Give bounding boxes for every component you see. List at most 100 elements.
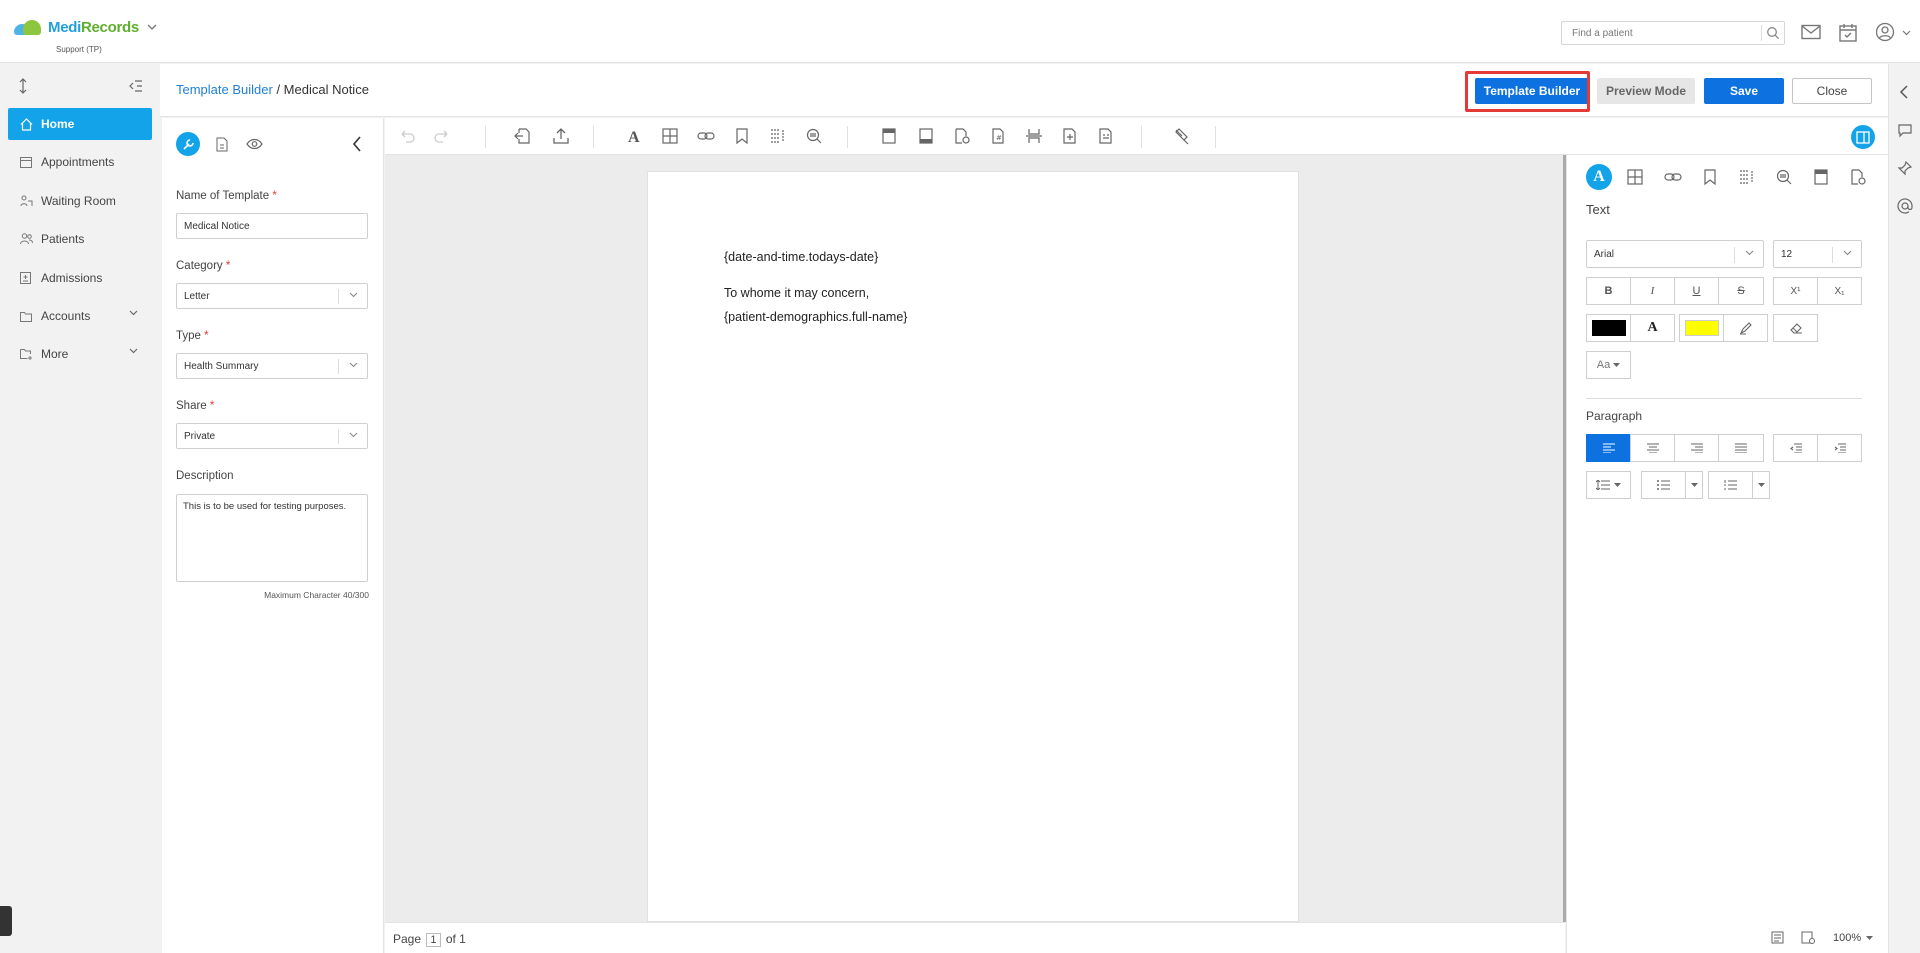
highlight-swatch-button[interactable] xyxy=(1679,314,1724,342)
document-line[interactable]: To whome it may concern, xyxy=(724,286,869,300)
font-family-select[interactable]: Arial xyxy=(1586,240,1764,268)
sidebar-item-patients[interactable]: Patients xyxy=(8,223,152,255)
search-input[interactable] xyxy=(1562,22,1752,44)
sidebar-item-accounts[interactable]: Accounts xyxy=(8,300,152,332)
save-button[interactable]: Save xyxy=(1704,78,1784,104)
sidebar-item-waiting-room[interactable]: Waiting Room xyxy=(8,185,152,217)
breadcrumb-link-template-builder[interactable]: Template Builder xyxy=(176,82,273,97)
table-icon[interactable] xyxy=(1626,168,1644,186)
justify-button[interactable] xyxy=(1718,434,1764,462)
page-settings-icon[interactable] xyxy=(1849,168,1867,186)
eye-icon[interactable] xyxy=(246,138,263,150)
page-settings-icon[interactable] xyxy=(953,127,971,145)
align-left-button[interactable] xyxy=(1586,434,1631,462)
user-account-icon[interactable] xyxy=(1875,20,1899,44)
web-layout-icon[interactable] xyxy=(1801,931,1815,944)
sidebar-item-label: Home xyxy=(41,117,75,131)
numbered-list-dropdown[interactable] xyxy=(1752,471,1770,499)
toggle-properties-panel-button[interactable] xyxy=(1851,125,1875,149)
font-color-button[interactable]: A xyxy=(1630,314,1675,342)
properties-tab[interactable] xyxy=(176,132,200,156)
undo-icon[interactable] xyxy=(398,127,416,145)
line-spacing-button[interactable] xyxy=(1586,471,1631,499)
floating-side-tab[interactable] xyxy=(0,906,12,936)
document-page[interactable]: {date-and-time.todays-date} To whome it … xyxy=(647,171,1299,922)
header-icon[interactable] xyxy=(880,127,898,145)
upload-icon[interactable] xyxy=(552,127,570,145)
category-select[interactable]: Letter xyxy=(176,283,368,309)
share-label: Share * xyxy=(176,400,215,412)
decrease-indent-button[interactable] xyxy=(1773,434,1818,462)
strikethrough-button[interactable]: S xyxy=(1718,277,1764,305)
document-line[interactable]: {patient-demographics.full-name} xyxy=(724,310,907,324)
bookmark-icon[interactable] xyxy=(733,127,751,145)
chevron-left-icon[interactable] xyxy=(352,136,362,152)
increase-indent-button[interactable] xyxy=(1817,434,1862,462)
italic-button[interactable]: I xyxy=(1630,277,1675,305)
clear-format-button[interactable] xyxy=(1773,314,1818,342)
header-icon[interactable] xyxy=(1812,168,1830,186)
document-icon[interactable] xyxy=(216,137,228,152)
bullet-list-icon xyxy=(1657,480,1670,490)
sidebar-item-more[interactable]: More xyxy=(8,338,152,370)
preview-mode-button[interactable]: Preview Mode xyxy=(1597,78,1695,104)
chevron-down-icon[interactable] xyxy=(147,23,157,31)
bookmark-icon[interactable] xyxy=(1701,168,1719,186)
mail-icon[interactable] xyxy=(1799,20,1823,44)
zoom-select[interactable]: 100% xyxy=(1833,932,1874,944)
category-value: Letter xyxy=(184,290,210,302)
font-size-select[interactable]: 12 xyxy=(1773,240,1862,268)
find-replace-icon[interactable] xyxy=(805,127,823,145)
share-select[interactable]: Private xyxy=(176,423,368,449)
list-indent-icon[interactable] xyxy=(1738,168,1756,186)
sidebar-item-admissions[interactable]: Admissions xyxy=(8,262,152,294)
align-right-button[interactable] xyxy=(1674,434,1719,462)
change-case-button[interactable]: Aa xyxy=(1586,351,1631,379)
sidebar-item-home[interactable]: Home xyxy=(8,108,152,140)
sidebar-item-appointments[interactable]: Appointments xyxy=(8,146,152,178)
merge-field-icon[interactable] xyxy=(1097,127,1115,145)
page-break-icon[interactable] xyxy=(1025,127,1043,145)
app-logo[interactable]: MediRecords xyxy=(14,18,157,36)
footer-icon[interactable] xyxy=(917,127,935,145)
highlighter-button[interactable] xyxy=(1723,314,1768,342)
print-layout-icon[interactable] xyxy=(1771,931,1784,944)
text-properties-tab[interactable]: A xyxy=(1586,164,1612,190)
description-textarea[interactable]: This is to be used for testing purposes. xyxy=(176,494,368,582)
import-document-icon[interactable] xyxy=(513,127,531,145)
search-icon[interactable] xyxy=(1766,26,1780,40)
text-format-icon[interactable]: A xyxy=(625,127,643,145)
link-icon[interactable] xyxy=(1664,168,1682,186)
link-icon[interactable] xyxy=(697,127,715,145)
mention-icon[interactable] xyxy=(1897,198,1913,214)
template-name-field[interactable]: Medical Notice xyxy=(176,213,368,239)
table-icon[interactable] xyxy=(661,127,679,145)
chevron-down-icon[interactable] xyxy=(1902,30,1911,36)
underline-button[interactable]: U xyxy=(1674,277,1719,305)
close-button[interactable]: Close xyxy=(1792,78,1872,104)
type-select[interactable]: Health Summary xyxy=(176,353,368,379)
collapse-sidebar-icon[interactable] xyxy=(129,80,143,92)
numbered-list-button[interactable] xyxy=(1708,471,1753,499)
align-center-button[interactable] xyxy=(1630,434,1675,462)
page-number-icon[interactable]: # xyxy=(989,127,1007,145)
bullet-list-dropdown[interactable] xyxy=(1685,471,1703,499)
bullet-list-button[interactable] xyxy=(1641,471,1686,499)
find-replace-icon[interactable] xyxy=(1775,168,1793,186)
chevron-left-icon[interactable] xyxy=(1897,84,1913,100)
list-indent-icon[interactable] xyxy=(769,127,787,145)
document-line[interactable]: {date-and-time.todays-date} xyxy=(724,250,878,264)
subscript-button[interactable]: X₁ xyxy=(1817,277,1862,305)
bold-button[interactable]: B xyxy=(1586,277,1631,305)
font-color-swatch-button[interactable] xyxy=(1586,314,1631,342)
page-number-input[interactable]: 1 xyxy=(426,933,441,947)
pin-icon[interactable] xyxy=(1897,160,1913,176)
format-painter-icon[interactable] xyxy=(1173,127,1191,145)
calendar-check-icon[interactable] xyxy=(1836,20,1860,44)
redo-icon[interactable] xyxy=(433,127,451,145)
expand-vertical-icon[interactable] xyxy=(17,78,29,94)
superscript-button[interactable]: X¹ xyxy=(1773,277,1818,305)
patient-search[interactable] xyxy=(1561,21,1785,45)
comment-icon[interactable] xyxy=(1897,122,1913,138)
insert-field-icon[interactable] xyxy=(1061,127,1079,145)
